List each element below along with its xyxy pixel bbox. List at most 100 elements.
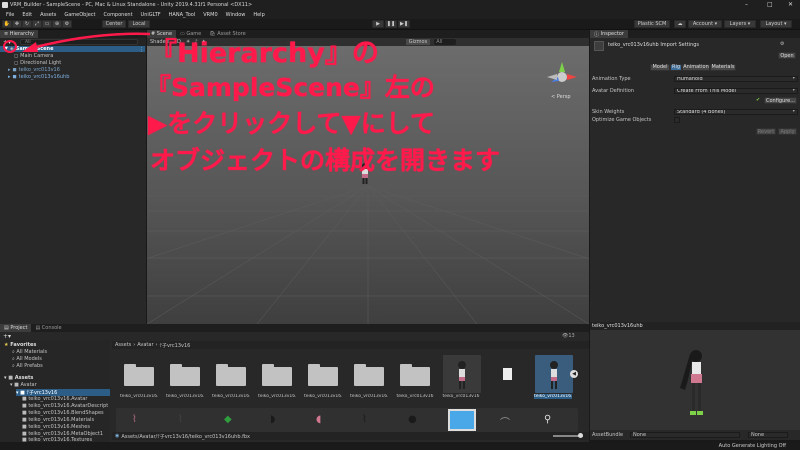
folder-thumbnail[interactable] [262, 362, 292, 386]
pause-button[interactable]: ❚❚ [385, 20, 397, 28]
prefab-icon: ◼ [12, 67, 17, 73]
prefab-box-icon[interactable] [448, 409, 476, 431]
settings-icon[interactable]: ⚙ [780, 41, 784, 47]
close-icon[interactable]: ✕ [788, 1, 793, 8]
hierarchy-item-teiko-inactive[interactable]: ▸ ◼ teiko_vrc013v16 [0, 67, 145, 73]
model-figure-icon [458, 361, 466, 389]
gizmos-dropdown[interactable]: Gizmos [405, 39, 431, 45]
breadcrumb-assets[interactable]: Assets [115, 342, 131, 348]
folder-thumbnail[interactable] [308, 362, 338, 386]
folder-teiko[interactable]: ▾ ■ ﾃ子vrc13v16 [16, 389, 110, 396]
folder-tree-item[interactable]: ■ teiko_vrc013v16.AvatarDescript [22, 403, 108, 409]
folder-thumbnail[interactable] [124, 362, 154, 386]
collapsed-arrow-icon[interactable]: ▸ [8, 67, 11, 73]
account-dropdown[interactable]: Account ▾ [688, 20, 722, 28]
thumbnail-size-slider[interactable] [553, 433, 583, 438]
mesh-icon[interactable]: ⌇ [178, 414, 183, 425]
tab-materials[interactable]: Materials [710, 63, 736, 71]
menu-vrm0[interactable]: VRM0 [203, 12, 217, 18]
pivot-local-button[interactable]: Local [128, 20, 150, 28]
folder-tree-item[interactable]: ■ teiko_vrc013v16.Materials [22, 417, 94, 423]
scene-gizmo[interactable] [545, 60, 579, 94]
layout-dropdown[interactable]: Layout ▾ [760, 20, 792, 28]
folder-tree-item[interactable]: ■ teiko_vrc013v16.Meshes [22, 424, 90, 430]
folder-icon: ■ [22, 396, 27, 402]
folder-thumbnail[interactable] [354, 362, 384, 386]
collapsed-arrow-icon[interactable]: ▸ [8, 74, 11, 80]
create-asset-icon[interactable]: +▾ [3, 333, 11, 340]
tab-model[interactable]: Model [650, 63, 670, 71]
tab-inspector[interactable]: ⓘ Inspector [590, 30, 628, 38]
open-button[interactable]: Open [778, 52, 796, 59]
custom-tool-icon[interactable]: ⚙ [62, 20, 72, 28]
hand-tool-icon[interactable]: ✋ [2, 20, 12, 28]
optimize-checkbox[interactable] [674, 117, 680, 123]
mesh-icon[interactable]: ⌒ [500, 414, 510, 429]
pivot-center-button[interactable]: Center [102, 20, 126, 28]
file-icon[interactable] [503, 368, 512, 380]
tab-console[interactable]: ▤ Console [31, 324, 66, 332]
cloud-icon[interactable]: ☁ [674, 20, 686, 28]
transform-tool-icon[interactable]: ⊕ [52, 20, 62, 28]
hierarchy-panel: ≡ Hierarchy +▾ All ▼ ◈ SampleScene ◻ Mai… [0, 30, 146, 324]
mesh-icon[interactable]: ● [408, 414, 417, 425]
menu-unigltf[interactable]: UniGLTF [141, 12, 161, 18]
move-tool-icon[interactable]: ✥ [12, 20, 22, 28]
avatar-definition-dropdown[interactable]: Create From This Model [674, 88, 798, 94]
rotate-tool-icon[interactable]: ↻ [22, 20, 32, 28]
rect-tool-icon[interactable]: ▭ [42, 20, 52, 28]
layers-dropdown[interactable]: Layers ▾ [724, 20, 756, 28]
scene-search-input[interactable]: All [434, 39, 457, 45]
mesh-icon[interactable]: ⚲ [544, 414, 551, 425]
minimize-icon[interactable]: – [745, 1, 748, 8]
favorites-header[interactable]: ★ Favorites [4, 342, 36, 348]
menu-window[interactable]: Window [226, 12, 246, 18]
revert-button[interactable]: Revert [756, 128, 776, 135]
mesh-icon[interactable]: ◗ [270, 414, 275, 425]
assetbundle-variant-dropdown[interactable]: None [748, 432, 788, 438]
preview-avatar[interactable] [676, 348, 716, 422]
tab-project[interactable]: ▤ Project [0, 324, 32, 332]
folder-thumbnail[interactable] [216, 362, 246, 386]
tab-animation[interactable]: Animation [682, 63, 710, 71]
assets-folder[interactable]: ▾ ■ Assets [4, 375, 33, 381]
step-button[interactable]: ▶❚ [398, 20, 410, 28]
maximize-icon[interactable]: □ [767, 1, 773, 8]
skin-weights-dropdown[interactable]: Standard (4 Bones) [674, 109, 798, 115]
mesh-icon[interactable]: ⌇ [132, 414, 137, 425]
play-button[interactable]: ▶ [372, 20, 384, 28]
menu-assets[interactable]: Assets [40, 12, 56, 18]
fav-all-materials[interactable]: ⌕ All Materials [12, 349, 47, 355]
folder-tree-item[interactable]: ■ teiko_vrc013v16.BlendShapes [22, 410, 104, 416]
menu-help[interactable]: Help [253, 12, 264, 18]
menu-edit[interactable]: Edit [22, 12, 32, 18]
folder-tree-item[interactable]: ■ teiko_vrc013v16.Avatar [22, 396, 87, 402]
project-pathbar: ◉ Assets/Avatar/ﾃ子vrc13v16/teiko_vrc013v… [112, 432, 589, 440]
hierarchy-item-directional-light[interactable]: ◻ Directional Light [0, 60, 145, 66]
breadcrumb-folder[interactable]: ﾃ子vrc13v16 [160, 342, 191, 349]
apply-button[interactable]: Apply [778, 128, 797, 135]
mesh-icon[interactable]: ◖ [316, 414, 321, 425]
scale-tool-icon[interactable]: ⤢ [32, 20, 42, 28]
mesh-icon[interactable]: ⌇ [362, 414, 367, 425]
breadcrumb-avatar[interactable]: Avatar [137, 342, 153, 348]
configure-button[interactable]: Configure... [764, 97, 797, 104]
folder-thumbnail[interactable] [400, 362, 430, 386]
menu-component[interactable]: Component [104, 12, 133, 18]
expand-arrow-icon[interactable]: ◀ [570, 370, 578, 378]
animation-type-dropdown[interactable]: Humanoid [674, 76, 798, 82]
folder-thumbnail[interactable] [170, 362, 200, 386]
asset-name: teiko_vrc013v16 [442, 394, 480, 399]
fav-all-models[interactable]: ⌕ All Models [12, 356, 42, 362]
fav-all-prefabs[interactable]: ⌕ All Prefabs [12, 363, 43, 369]
tab-rig[interactable]: Rig [670, 63, 682, 71]
hierarchy-item-teiko-uhb[interactable]: ▸ ◼ teiko_vrc013v16uhb [0, 74, 145, 80]
folder-avatar[interactable]: ▾ ■ Avatar [10, 382, 37, 388]
persp-label[interactable]: < Persp [551, 94, 571, 100]
menu-hana-tool[interactable]: HANA_Tool [169, 12, 196, 18]
assetbundle-dropdown[interactable]: None [630, 432, 740, 438]
menu-file[interactable]: File [6, 12, 14, 18]
plastic-scm-button[interactable]: Plastic SCM [634, 20, 670, 28]
mesh-icon[interactable]: ◆ [224, 414, 232, 425]
menu-gameobject[interactable]: GameObject [64, 12, 95, 18]
